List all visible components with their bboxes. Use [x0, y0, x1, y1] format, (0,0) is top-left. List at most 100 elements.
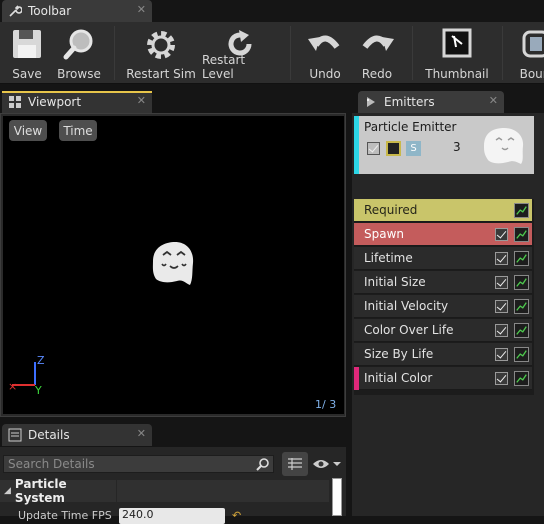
viewport-canvas[interactable]: Z Y × 1/ 3	[3, 116, 344, 414]
module-label: Color Over Life	[364, 323, 454, 337]
visibility-dropdown[interactable]	[312, 455, 342, 473]
floppy-icon	[13, 30, 41, 58]
lod-indicator: 1/ 3	[315, 398, 337, 411]
save-label: Save	[12, 67, 42, 81]
module-enable-checkbox[interactable]	[495, 276, 508, 289]
curve-editor-icon[interactable]	[514, 251, 529, 266]
module-color-marker	[354, 367, 359, 390]
details-search-input[interactable]: Search Details	[3, 455, 274, 473]
viewport-icon	[9, 96, 21, 108]
eye-icon	[313, 460, 341, 468]
tab-viewport-label: Viewport	[28, 95, 82, 109]
thumbnail-icon	[442, 28, 472, 58]
axis-widget: Z Y ×	[8, 354, 48, 397]
module-enable-checkbox[interactable]	[495, 324, 508, 337]
module-label: Initial Velocity	[364, 299, 449, 313]
tab-accent	[2, 91, 152, 93]
details-scrollbar[interactable]	[332, 478, 342, 516]
curve-editor-icon[interactable]	[514, 227, 529, 242]
tab-details-label: Details	[28, 428, 70, 442]
bounds-label: Boun	[519, 67, 544, 81]
emitter-render-mode-icon[interactable]	[386, 141, 401, 156]
curve-editor-icon[interactable]	[514, 203, 529, 218]
tab-viewport[interactable]: Viewport ✕	[2, 91, 152, 113]
module-label: Lifetime	[364, 251, 413, 265]
module-enable-checkbox[interactable]	[495, 348, 508, 361]
close-icon[interactable]: ✕	[137, 94, 146, 107]
curve-editor-icon[interactable]	[514, 275, 529, 290]
section-header-bar	[117, 480, 329, 502]
particle-system-section[interactable]: ◢ Particle System	[0, 477, 116, 505]
toolbar-separator	[502, 26, 503, 80]
toolbar: Save Browse Restart Sim Restart Level Un…	[0, 22, 544, 84]
undo-label: Undo	[309, 67, 341, 81]
browse-label: Browse	[57, 67, 101, 81]
toolbar-separator	[290, 26, 291, 80]
browse-button[interactable]: Browse	[54, 22, 104, 84]
bounds-button[interactable]: Boun	[512, 22, 544, 84]
emitter-selection-bar	[354, 116, 359, 174]
axis-z-line	[34, 362, 36, 385]
bounds-icon	[522, 30, 544, 58]
property-value-field[interactable]: 240.0	[119, 508, 225, 524]
restart-sim-button[interactable]: Restart Sim	[126, 22, 196, 84]
module-label: Size By Life	[364, 347, 434, 361]
property-value: 240.0	[122, 508, 154, 521]
emitter-header[interactable]: Particle Emitter S 3	[354, 116, 534, 174]
close-icon[interactable]: ✕	[489, 94, 498, 107]
expand-arrow-icon: ◢	[4, 486, 11, 496]
tab-emitters[interactable]: Emitters ✕	[358, 91, 504, 113]
emitter-thumbnail	[484, 128, 524, 164]
emitter-enable-checkbox[interactable]	[367, 142, 380, 155]
thumbnail-button[interactable]: Thumbnail	[422, 22, 492, 84]
module-enable-checkbox[interactable]	[495, 228, 508, 241]
particle-ghost-icon	[152, 242, 194, 285]
emitter-name: Particle Emitter	[364, 120, 457, 134]
save-button[interactable]: Save	[4, 22, 50, 84]
toolbar-separator	[412, 26, 413, 80]
module-label: Spawn	[364, 227, 405, 241]
section-title: Particle System	[14, 477, 67, 505]
curve-editor-icon[interactable]	[514, 299, 529, 314]
close-icon[interactable]: ✕	[137, 3, 146, 16]
curve-editor-icon[interactable]	[514, 323, 529, 338]
details-icon	[8, 428, 22, 442]
gear-icon	[147, 31, 175, 59]
thumbnail-label: Thumbnail	[425, 67, 489, 81]
restart-sim-label: Restart Sim	[126, 67, 196, 81]
axis-z-label: Z	[37, 354, 45, 367]
toolbar-separator	[114, 26, 115, 80]
view-button[interactable]: View	[9, 120, 47, 141]
emitters-icon	[367, 97, 375, 107]
module-label: Required	[364, 203, 418, 217]
curve-editor-icon[interactable]	[514, 371, 529, 386]
emitter-solo-button[interactable]: S	[406, 141, 421, 156]
tab-toolbar-label: Toolbar	[28, 4, 72, 18]
module-label: Initial Size	[364, 275, 426, 289]
magnifier-icon	[63, 29, 93, 60]
tab-toolbar[interactable]: Toolbar ✕	[2, 0, 152, 22]
refresh-icon	[228, 30, 252, 56]
tab-emitters-label: Emitters	[384, 95, 435, 109]
emitter-particle-count: 3	[453, 140, 461, 154]
module-enable-checkbox[interactable]	[495, 300, 508, 313]
redo-button[interactable]: Redo	[354, 22, 400, 84]
restart-level-button[interactable]: Restart Level	[202, 22, 278, 84]
module-enable-checkbox[interactable]	[495, 252, 508, 265]
search-placeholder: Search Details	[8, 457, 95, 471]
module-enable-checkbox[interactable]	[495, 372, 508, 385]
redo-icon	[362, 35, 394, 51]
grid-icon	[288, 458, 302, 470]
property-matrix-button[interactable]	[282, 452, 308, 476]
axis-x-mark: ×	[8, 380, 18, 393]
module-required[interactable]: Required	[354, 199, 532, 222]
module-label: Initial Color	[364, 371, 433, 385]
close-icon[interactable]: ✕	[137, 427, 146, 440]
tab-details[interactable]: Details ✕	[2, 424, 152, 446]
redo-label: Redo	[361, 67, 393, 81]
curve-editor-icon[interactable]	[514, 347, 529, 362]
undo-button[interactable]: Undo	[302, 22, 348, 84]
search-icon	[256, 458, 269, 471]
wrench-icon	[9, 5, 22, 17]
time-button[interactable]: Time	[59, 120, 97, 141]
